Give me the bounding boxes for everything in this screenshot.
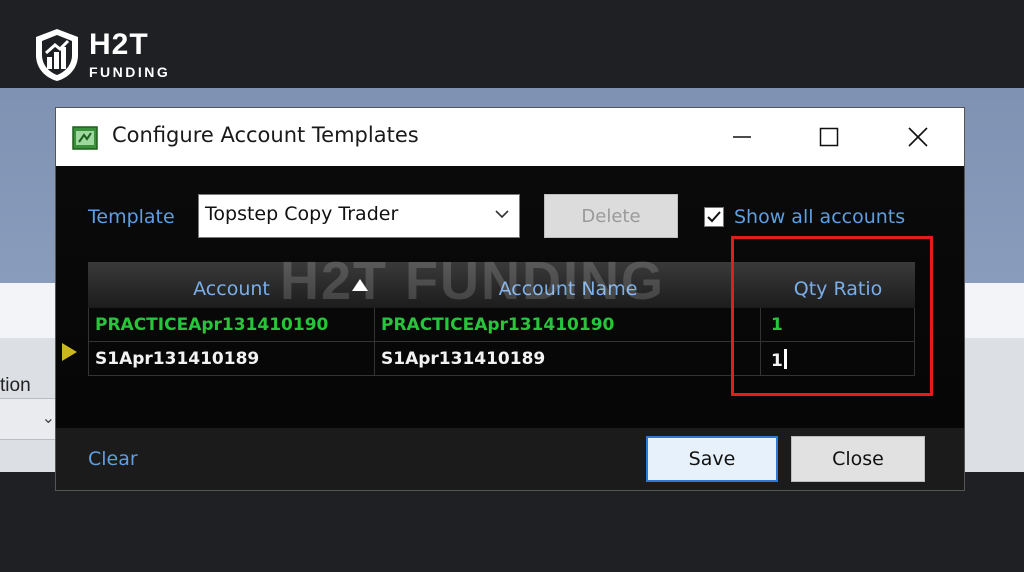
cell-account-name[interactable]: S1Apr131410189 (375, 342, 761, 375)
close-button[interactable]: Close (791, 436, 925, 482)
dialog-footer: Clear Save Close (56, 428, 964, 490)
delete-button[interactable]: Delete (544, 194, 678, 238)
logo-subtitle: FUNDING (89, 63, 171, 80)
close-icon (908, 127, 928, 147)
background-partial-label: tion (0, 375, 31, 396)
show-all-label: Show all accounts (734, 206, 906, 228)
cell-account[interactable]: S1Apr131410189 (88, 342, 375, 375)
logo-shield-icon (36, 29, 78, 81)
save-button[interactable]: Save (646, 436, 778, 482)
column-header-account-name[interactable]: Account Name (375, 262, 761, 308)
dialog-body: Template Topstep Copy Trader Delete Show… (56, 166, 964, 490)
show-all-checkbox[interactable] (704, 207, 724, 227)
logo: H2T FUNDING (33, 27, 170, 83)
close-window-button[interactable] (898, 118, 938, 156)
show-all-accounts-toggle[interactable]: Show all accounts (704, 206, 905, 228)
dialog-titlebar[interactable]: Configure Account Templates (56, 108, 964, 166)
dialog-title: Configure Account Templates (112, 123, 419, 147)
background-partial-combo: ⌄ (0, 398, 64, 440)
template-label: Template (88, 206, 175, 228)
template-select-value: Topstep Copy Trader (205, 203, 399, 225)
minimize-icon (733, 136, 751, 138)
app-icon (72, 126, 98, 150)
logo-title: H2T (89, 27, 149, 61)
clear-link[interactable]: Clear (88, 448, 138, 470)
template-select[interactable]: Topstep Copy Trader (198, 194, 520, 238)
chevron-down-icon (495, 210, 509, 219)
configure-account-templates-dialog: Configure Account Templates Template Top… (56, 108, 964, 490)
maximize-button[interactable] (809, 118, 849, 156)
maximize-icon (819, 127, 839, 147)
cell-account[interactable]: PRACTICEApr131410190 (88, 308, 375, 341)
cell-account-name[interactable]: PRACTICEApr131410190 (375, 308, 761, 341)
sort-up-icon (352, 279, 368, 291)
minimize-button[interactable] (722, 118, 762, 156)
checkmark-icon (707, 211, 721, 223)
qty-ratio-highlight (731, 236, 933, 396)
row-indicator-icon (62, 343, 77, 361)
column-header-account[interactable]: Account (88, 262, 375, 308)
chevron-down-icon: ⌄ (41, 408, 55, 427)
